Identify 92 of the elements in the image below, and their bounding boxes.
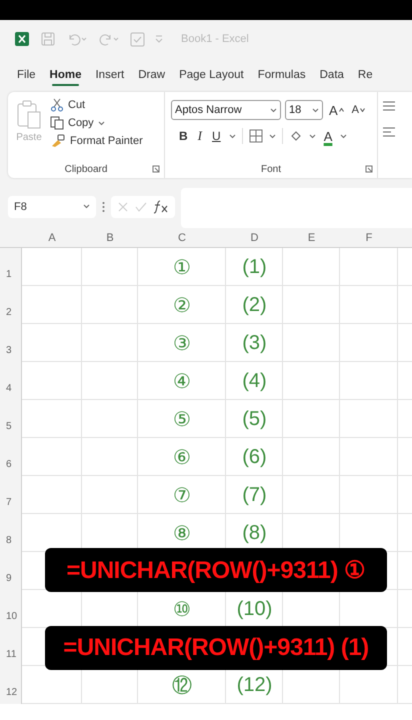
- cell-text: (2): [242, 294, 267, 316]
- cell-text: ⑥: [173, 446, 191, 470]
- caret-icon: [308, 134, 316, 138]
- format-painter-button[interactable]: Format Painter: [50, 134, 143, 148]
- row-number[interactable]: 12: [0, 666, 22, 704]
- cancel-icon[interactable]: [117, 200, 129, 212]
- row-number[interactable]: 7: [0, 476, 22, 514]
- customize-toolbar-icon[interactable]: [155, 34, 163, 44]
- window-title: Book1 - Excel: [181, 33, 249, 45]
- cell-text: ⑤: [173, 408, 191, 432]
- cell-text: (1): [242, 256, 267, 278]
- row-number[interactable]: 2: [0, 286, 22, 324]
- caret-icon: [270, 108, 277, 112]
- cell-text: (4): [242, 370, 267, 392]
- column-header[interactable]: F: [340, 229, 398, 248]
- caret-icon: [268, 134, 276, 138]
- cell-text: (7): [242, 484, 267, 506]
- redo-icon[interactable]: [98, 32, 120, 46]
- cell-text: (6): [242, 446, 267, 468]
- name-box[interactable]: F8: [8, 196, 96, 218]
- cut-button[interactable]: Cut: [50, 98, 143, 112]
- caret-icon: [98, 120, 105, 126]
- row-number[interactable]: 10: [0, 590, 22, 628]
- copy-button[interactable]: Copy: [50, 116, 143, 130]
- column-header[interactable]: C: [138, 229, 226, 248]
- cell-text: (10): [236, 598, 272, 620]
- ribbon-tab[interactable]: Page Layout: [172, 63, 251, 87]
- caret-down-icon: [360, 108, 366, 112]
- cell-text: (8): [242, 522, 267, 544]
- ribbon-tab[interactable]: Home: [42, 63, 88, 87]
- group-label: Clipboard: [64, 164, 108, 174]
- font-name-field[interactable]: Aptos Narrow: [171, 100, 281, 120]
- copy-icon: [50, 116, 64, 130]
- column-header[interactable]: A: [22, 229, 82, 248]
- column-header[interactable]: B: [82, 229, 138, 248]
- excel-logo-icon: [14, 31, 30, 47]
- cell-text: ③: [173, 332, 191, 356]
- ribbon-tab[interactable]: Draw: [131, 63, 172, 87]
- ribbon-tab[interactable]: Formulas: [250, 63, 313, 87]
- cell-text: (3): [242, 332, 267, 354]
- cell-text: (5): [242, 408, 267, 430]
- cell-text: ②: [173, 294, 191, 318]
- caret-icon: [312, 108, 319, 112]
- underline-button[interactable]: U: [210, 129, 223, 143]
- row-number[interactable]: 4: [0, 362, 22, 400]
- checkbox-icon[interactable]: [130, 32, 145, 46]
- cell-text: ⑦: [173, 484, 191, 508]
- dialog-launcher-icon[interactable]: [365, 165, 373, 173]
- cell-text: (12): [236, 674, 272, 696]
- enter-icon[interactable]: [135, 200, 147, 212]
- row-number[interactable]: 8: [0, 514, 22, 552]
- ribbon-tab[interactable]: Data: [312, 63, 351, 87]
- scissors-icon: [50, 98, 64, 112]
- row-number[interactable]: 9: [0, 552, 22, 590]
- row-number[interactable]: 11: [0, 628, 22, 666]
- font-size-field[interactable]: 18: [285, 100, 323, 120]
- cell-text: ⑫: [172, 674, 192, 698]
- cell-text: ①: [173, 256, 191, 280]
- column-header[interactable]: D: [226, 229, 283, 248]
- font-color-button[interactable]: A: [322, 128, 334, 144]
- dialog-launcher-icon[interactable]: [152, 165, 160, 173]
- ribbon-tab[interactable]: Insert: [88, 63, 132, 87]
- cell-text: ⑩: [173, 598, 191, 622]
- paintbrush-icon: [50, 134, 66, 148]
- clipboard-icon: [16, 100, 42, 130]
- italic-button[interactable]: I: [196, 128, 204, 144]
- row-number[interactable]: 3: [0, 324, 22, 362]
- row-number[interactable]: 1: [0, 248, 22, 286]
- column-header[interactable]: E: [283, 229, 340, 248]
- column-header[interactable]: [398, 229, 412, 248]
- align-left-icon[interactable]: [382, 126, 396, 138]
- fill-color-icon[interactable]: [288, 129, 303, 143]
- insert-function-icon[interactable]: [153, 200, 169, 214]
- ribbon-tab[interactable]: File: [10, 63, 43, 87]
- row-number[interactable]: 6: [0, 438, 22, 476]
- decrease-font-button[interactable]: A: [350, 104, 368, 116]
- save-icon[interactable]: [40, 31, 56, 47]
- caption-banner: =UNICHAR(ROW()+9311) (1): [45, 626, 387, 670]
- cell-text: ⑧: [173, 522, 191, 546]
- caret-icon: [83, 204, 90, 209]
- borders-icon[interactable]: [248, 129, 263, 143]
- caption-banner: =UNICHAR(ROW()+9311) ①: [45, 548, 387, 592]
- more-options-icon[interactable]: [102, 200, 105, 212]
- caret-icon: [340, 134, 348, 138]
- increase-font-button[interactable]: A: [327, 102, 346, 118]
- ribbon-tab[interactable]: Re: [350, 63, 380, 87]
- caret-icon: [228, 134, 236, 138]
- bold-button[interactable]: B: [177, 129, 190, 143]
- row-number[interactable]: 5: [0, 400, 22, 438]
- cell-text: ④: [173, 370, 191, 394]
- caret-up-icon: [338, 108, 344, 112]
- group-label: Font: [260, 164, 281, 174]
